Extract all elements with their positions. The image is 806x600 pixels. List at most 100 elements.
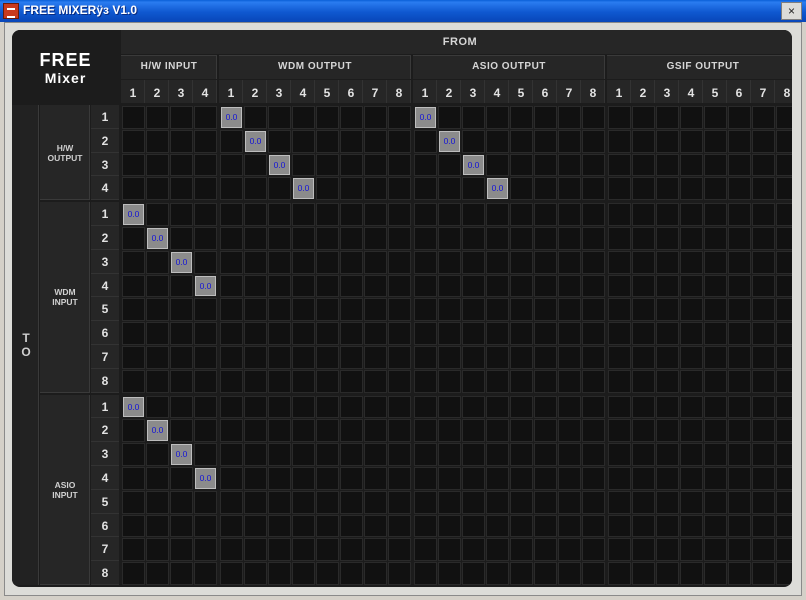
matrix-cell[interactable] (194, 298, 217, 322)
matrix-cell[interactable] (220, 443, 243, 466)
matrix-cell[interactable] (656, 227, 679, 250)
matrix-cell[interactable] (364, 153, 387, 177)
matrix-cell[interactable] (438, 346, 461, 369)
matrix-cell[interactable] (170, 538, 193, 562)
matrix-cell[interactable] (220, 177, 243, 201)
matrix-cell[interactable] (244, 177, 267, 201)
matrix-cell[interactable] (292, 153, 315, 177)
matrix-cell[interactable] (388, 369, 411, 393)
matrix-cell[interactable] (364, 395, 387, 419)
matrix-cell[interactable] (414, 322, 437, 345)
matrix-cell[interactable] (776, 369, 792, 393)
matrix-cell[interactable] (316, 274, 339, 298)
matrix-cell[interactable] (438, 227, 461, 250)
matrix-cell[interactable] (608, 467, 631, 490)
matrix-cell[interactable] (462, 369, 485, 393)
matrix-cell[interactable] (632, 298, 655, 322)
matrix-cell[interactable] (244, 369, 267, 393)
matrix-cell[interactable] (632, 538, 655, 562)
matrix-cell[interactable] (704, 177, 727, 201)
matrix-cell[interactable] (194, 106, 217, 129)
matrix-cell[interactable] (340, 153, 363, 177)
matrix-cell[interactable] (704, 467, 727, 490)
matrix-cell[interactable] (170, 177, 193, 201)
matrix-cell[interactable] (510, 129, 533, 153)
mix-level-cell[interactable]: 0.0 (487, 178, 508, 200)
matrix-cell[interactable] (728, 322, 751, 345)
matrix-cell[interactable] (220, 322, 243, 345)
matrix-cell[interactable] (438, 298, 461, 322)
matrix-cell[interactable] (510, 106, 533, 129)
matrix-cell[interactable] (438, 514, 461, 538)
matrix-cell[interactable] (414, 346, 437, 369)
mix-level-cell[interactable]: 0.0 (221, 107, 242, 128)
matrix-cell[interactable] (194, 177, 217, 201)
matrix-cell[interactable] (510, 298, 533, 322)
matrix-cell[interactable] (776, 514, 792, 538)
matrix-cell[interactable] (146, 538, 169, 562)
matrix-cell[interactable] (122, 129, 145, 153)
matrix-cell[interactable] (704, 106, 727, 129)
matrix-cell[interactable] (364, 227, 387, 250)
matrix-cell[interactable] (510, 538, 533, 562)
matrix-cell[interactable] (316, 129, 339, 153)
matrix-cell[interactable] (510, 274, 533, 298)
matrix-cell[interactable] (438, 490, 461, 514)
matrix-cell[interactable] (146, 346, 169, 369)
matrix-cell[interactable] (220, 346, 243, 369)
matrix-cell[interactable] (340, 467, 363, 490)
matrix-cell[interactable] (292, 106, 315, 129)
matrix-cell[interactable] (704, 490, 727, 514)
matrix-cell[interactable] (608, 227, 631, 250)
matrix-cell[interactable] (680, 227, 703, 250)
matrix-cell[interactable] (582, 562, 605, 585)
matrix-cell[interactable] (656, 395, 679, 419)
matrix-cell[interactable] (534, 538, 557, 562)
matrix-cell[interactable] (486, 443, 509, 466)
matrix-cell[interactable] (244, 467, 267, 490)
matrix-cell[interactable] (680, 514, 703, 538)
matrix-cell[interactable] (244, 443, 267, 466)
matrix-cell[interactable] (146, 106, 169, 129)
matrix-cell[interactable] (122, 106, 145, 129)
matrix-cell[interactable] (364, 129, 387, 153)
matrix-cell[interactable] (462, 106, 485, 129)
matrix-cell[interactable] (146, 443, 169, 466)
matrix-cell[interactable] (776, 443, 792, 466)
matrix-cell[interactable] (608, 106, 631, 129)
matrix-cell[interactable] (704, 514, 727, 538)
matrix-cell[interactable] (776, 177, 792, 201)
matrix-cell[interactable] (680, 322, 703, 345)
matrix-cell[interactable] (486, 203, 509, 226)
matrix-cell[interactable] (268, 443, 291, 466)
matrix-cell[interactable] (558, 227, 581, 250)
matrix-cell[interactable] (438, 467, 461, 490)
matrix-cell[interactable] (558, 514, 581, 538)
matrix-cell[interactable] (486, 106, 509, 129)
matrix-cell[interactable] (776, 227, 792, 250)
matrix-cell[interactable] (534, 443, 557, 466)
mix-level-cell[interactable]: 0.0 (463, 154, 484, 176)
matrix-cell[interactable] (340, 514, 363, 538)
matrix-cell[interactable] (122, 467, 145, 490)
matrix-cell[interactable] (268, 274, 291, 298)
matrix-cell[interactable] (534, 562, 557, 585)
matrix-cell[interactable] (608, 395, 631, 419)
matrix-cell[interactable] (388, 129, 411, 153)
matrix-cell[interactable] (414, 467, 437, 490)
matrix-cell[interactable] (510, 490, 533, 514)
matrix-cell[interactable] (776, 538, 792, 562)
matrix-cell[interactable] (558, 129, 581, 153)
matrix-cell[interactable] (388, 395, 411, 419)
matrix-cell[interactable] (608, 443, 631, 466)
matrix-cell[interactable] (608, 419, 631, 443)
matrix-cell[interactable] (292, 346, 315, 369)
matrix-cell[interactable] (364, 346, 387, 369)
matrix-cell[interactable] (194, 419, 217, 443)
matrix-cell[interactable] (316, 153, 339, 177)
matrix-cell[interactable] (122, 153, 145, 177)
matrix-cell[interactable] (704, 419, 727, 443)
matrix-cell[interactable] (364, 203, 387, 226)
matrix-cell[interactable] (608, 369, 631, 393)
matrix-cell[interactable] (728, 369, 751, 393)
